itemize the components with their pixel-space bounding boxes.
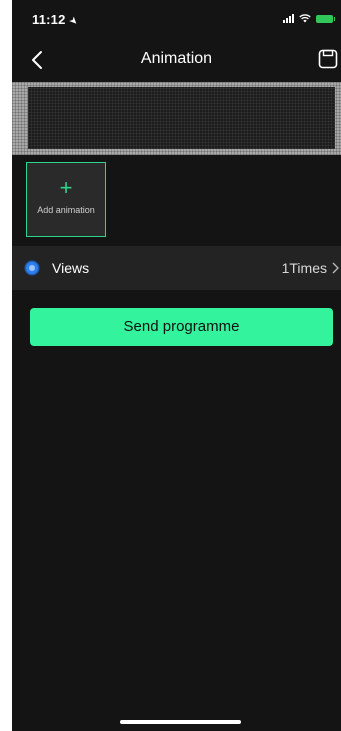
status-icons — [283, 14, 335, 23]
led-preview-matrix — [28, 87, 335, 149]
plus-icon: + — [59, 175, 73, 200]
app-screen: 11:12➤ Animation + Add animation Views 1… — [12, 0, 341, 731]
radio-selected-icon — [26, 262, 38, 274]
views-setting-row[interactable]: Views 1Times — [12, 246, 341, 290]
send-programme-button[interactable]: Send programme — [30, 308, 333, 346]
status-time: 11:12➤ — [32, 12, 80, 29]
status-time-text: 11:12 — [32, 12, 66, 27]
add-animation-label: Add animation — [37, 205, 95, 215]
add-animation-button[interactable]: + Add animation — [26, 162, 106, 237]
wifi-icon — [299, 14, 311, 23]
chevron-right-icon — [332, 262, 339, 274]
signal-icon — [283, 14, 294, 23]
location-arrow-icon: ➤ — [65, 14, 80, 29]
save-icon[interactable] — [317, 48, 339, 70]
views-label: Views — [52, 260, 90, 276]
home-indicator[interactable] — [120, 720, 241, 724]
led-preview-frame — [12, 82, 341, 155]
nav-bar: Animation — [12, 42, 341, 78]
status-bar: 11:12➤ — [12, 0, 341, 40]
views-value: 1Times — [281, 260, 327, 276]
battery-charging-icon — [316, 14, 335, 23]
page-title: Animation — [140, 50, 213, 67]
